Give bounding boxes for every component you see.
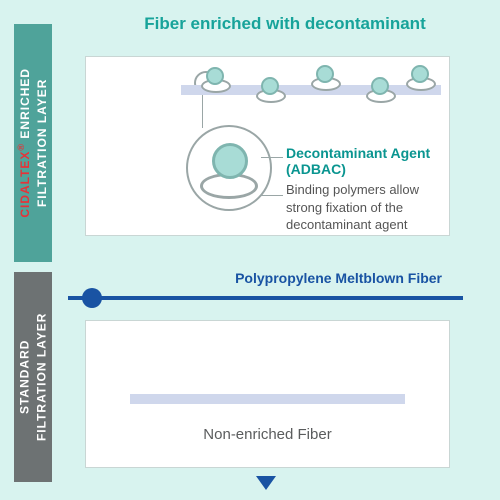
agent-callout-text: Decontaminant Agent(ADBAC) Binding polym… bbox=[286, 145, 436, 234]
sidebar-enriched-layer: CIDALTEX® ENRICHED FILTRATION LAYER bbox=[14, 24, 52, 262]
divider-node-icon bbox=[82, 288, 102, 308]
brand-name: CIDALTEX bbox=[18, 151, 32, 218]
zoom-connector-line bbox=[202, 95, 203, 128]
fiber-material-label: Polypropylene Meltblown Fiber bbox=[85, 270, 450, 286]
agent-capsule-icon bbox=[366, 89, 396, 103]
callout-line-polymer bbox=[261, 195, 283, 196]
enriched-diagram-panel: Decontaminant Agent(ADBAC) Binding polym… bbox=[85, 56, 450, 236]
brand-suffix: ENRICHED bbox=[18, 68, 32, 143]
section-title-enriched: Fiber enriched with decontaminant bbox=[0, 0, 500, 50]
sidebar-standard-layer: STANDARD FILTRATION LAYER bbox=[14, 272, 52, 482]
agent-name-label: Decontaminant Agent(ADBAC) bbox=[286, 145, 436, 177]
callout-line-agent bbox=[261, 157, 283, 158]
sidebar-enriched-text: CIDALTEX® ENRICHED FILTRATION LAYER bbox=[15, 68, 51, 218]
arrow-down-icon bbox=[256, 476, 276, 490]
zoom-detail-circle bbox=[186, 125, 272, 211]
standard-diagram-panel: Non-enriched Fiber bbox=[85, 320, 450, 468]
agent-capsule-icon bbox=[406, 77, 436, 91]
agent-capsule-icon bbox=[201, 79, 231, 93]
non-enriched-label: Non-enriched Fiber bbox=[100, 426, 435, 443]
sidebar-standard-text: STANDARD FILTRATION LAYER bbox=[16, 313, 50, 441]
sidebar-standard-line2: FILTRATION LAYER bbox=[34, 313, 48, 441]
plain-fiber-strand bbox=[130, 394, 405, 404]
sidebar-enriched-line2: FILTRATION LAYER bbox=[35, 79, 49, 207]
agent-capsule-icon bbox=[311, 77, 341, 91]
divider-bar bbox=[68, 296, 463, 300]
decontaminant-agent-icon bbox=[212, 143, 248, 179]
agent-description: Binding polymers allow strong fixation o… bbox=[286, 181, 436, 234]
registered-mark: ® bbox=[16, 143, 26, 151]
agent-capsule-icon bbox=[256, 89, 286, 103]
sidebar-standard-line1: STANDARD bbox=[17, 340, 31, 414]
